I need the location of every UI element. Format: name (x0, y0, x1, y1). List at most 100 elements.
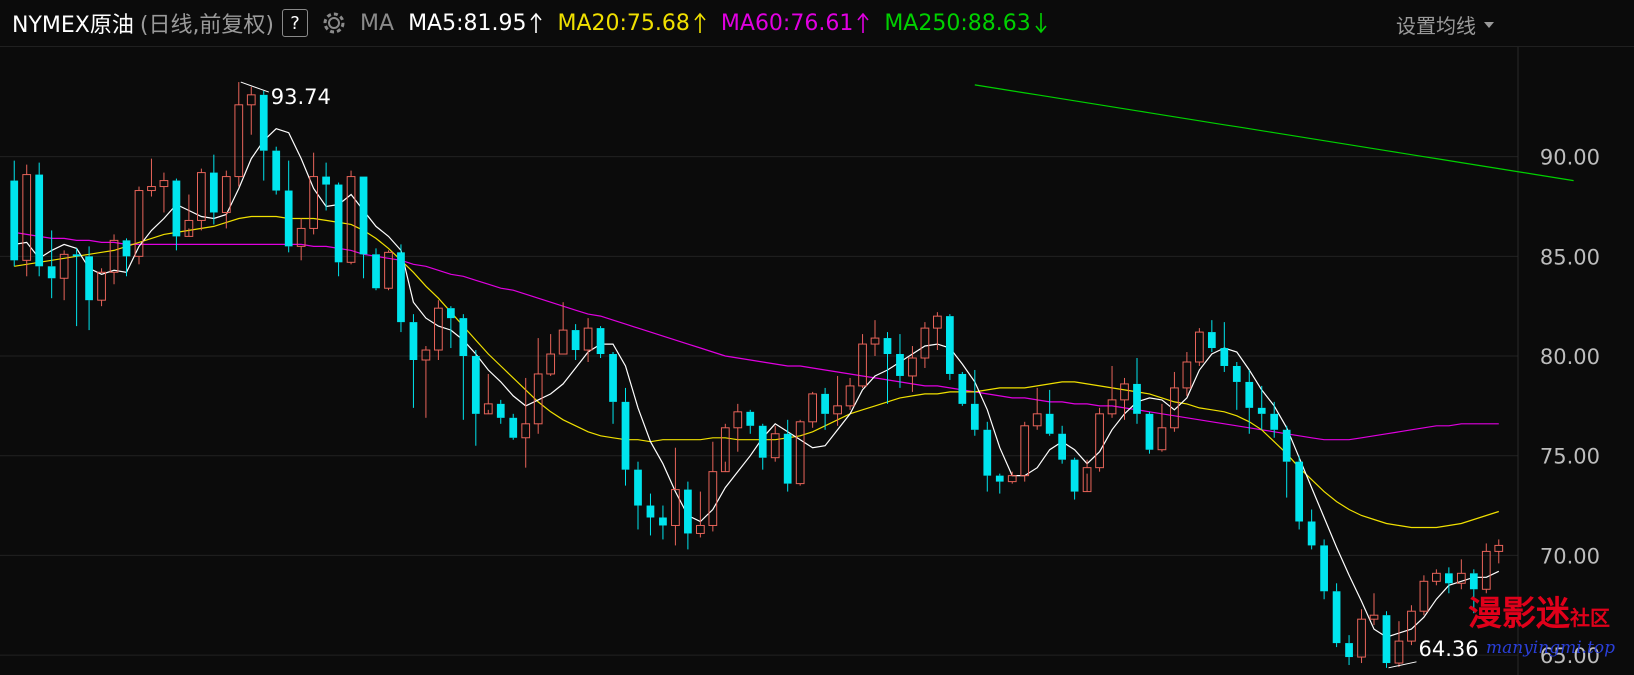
candle (1345, 635, 1353, 666)
candle (1320, 539, 1328, 600)
candle (334, 182, 343, 277)
candle-body (558, 329, 568, 355)
candle-body (409, 322, 418, 361)
candle-body (234, 104, 244, 178)
candle (1407, 605, 1416, 646)
candle (47, 230, 56, 299)
candle-body (159, 180, 169, 188)
ma5-line (14, 128, 1500, 638)
candle (159, 172, 169, 213)
candle (1070, 457, 1079, 500)
candle-body (359, 176, 368, 255)
candle-body (322, 176, 330, 185)
candle (85, 246, 93, 331)
candle (1419, 575, 1429, 616)
candle-body (334, 184, 343, 263)
candle-body (583, 327, 593, 351)
candle-body (883, 338, 892, 355)
candle-body (372, 254, 380, 289)
candle (409, 314, 418, 408)
y-tick-label: 80.00 (1540, 345, 1600, 369)
candle-body (795, 421, 805, 485)
candle (246, 86, 256, 135)
candle (471, 350, 480, 446)
candle (896, 334, 904, 388)
candle (983, 421, 992, 492)
candle (446, 306, 455, 349)
candle-body (1007, 475, 1017, 483)
candle-body (1232, 365, 1241, 382)
candle (746, 409, 755, 434)
candle-body (708, 471, 718, 526)
candle-body (870, 337, 880, 345)
candlestick-chart[interactable]: 90.0085.0080.0075.0070.0065.00 93.7464.3… (0, 0, 1634, 675)
candle (609, 352, 617, 424)
candle-body (634, 469, 642, 506)
candle (1082, 459, 1092, 493)
candle-body (1394, 640, 1404, 664)
candle-body (1182, 361, 1192, 389)
candle (1207, 320, 1216, 353)
candle (1133, 358, 1141, 424)
watermark: 漫影迷社区 manyingmi.top (1468, 586, 1628, 672)
candle-body (621, 401, 630, 470)
candle-body (1020, 425, 1030, 477)
y-tick-label: 75.00 (1540, 445, 1600, 469)
candle-body (122, 240, 131, 257)
candle (795, 419, 805, 486)
y-tick-label: 70.00 (1540, 544, 1600, 568)
candle (1182, 352, 1192, 396)
candle-body (521, 423, 531, 439)
candle (558, 302, 568, 355)
candle-body (1320, 545, 1328, 592)
candle (1007, 471, 1017, 484)
y-tick-label: 85.00 (1540, 245, 1600, 269)
candle-body (509, 417, 518, 438)
candle-body (1357, 618, 1366, 658)
candle-body (221, 176, 231, 213)
candle-body (97, 271, 106, 301)
candle (1220, 322, 1229, 372)
candle-body (1382, 615, 1391, 664)
candle-body (272, 150, 281, 191)
candle-body (1332, 591, 1341, 644)
candle (1369, 593, 1379, 626)
candle-body (609, 354, 617, 402)
ma20-line (14, 215, 1499, 529)
candle-body (770, 433, 780, 459)
candle-body (1345, 643, 1353, 658)
candle-body (1120, 383, 1129, 401)
candle (634, 461, 642, 530)
candle-body (808, 393, 818, 423)
candle (359, 176, 368, 279)
candle (459, 314, 468, 420)
candle (10, 160, 19, 267)
candle-body (733, 411, 743, 429)
candle-body (1207, 332, 1216, 349)
candle (221, 170, 231, 229)
candle (870, 320, 880, 357)
candle-body (421, 349, 431, 361)
candle-body (284, 190, 293, 247)
candle-body (209, 172, 218, 213)
candle (646, 493, 655, 536)
candle (521, 377, 531, 468)
candle (209, 154, 218, 225)
candle-body (1481, 550, 1491, 590)
candle-body (147, 186, 156, 192)
candle (1382, 611, 1391, 668)
candle (684, 481, 692, 550)
candle (1058, 425, 1067, 464)
candle (372, 248, 380, 291)
candle (421, 346, 431, 418)
candle (1295, 455, 1304, 530)
candle (808, 391, 818, 428)
candle (1456, 559, 1466, 590)
candle-body (908, 357, 917, 377)
candle-body (596, 328, 605, 355)
candle-body (1133, 383, 1141, 414)
candle-body (1432, 572, 1441, 582)
candle-body (1220, 348, 1229, 366)
candle (733, 403, 743, 452)
candle-body (471, 356, 480, 414)
